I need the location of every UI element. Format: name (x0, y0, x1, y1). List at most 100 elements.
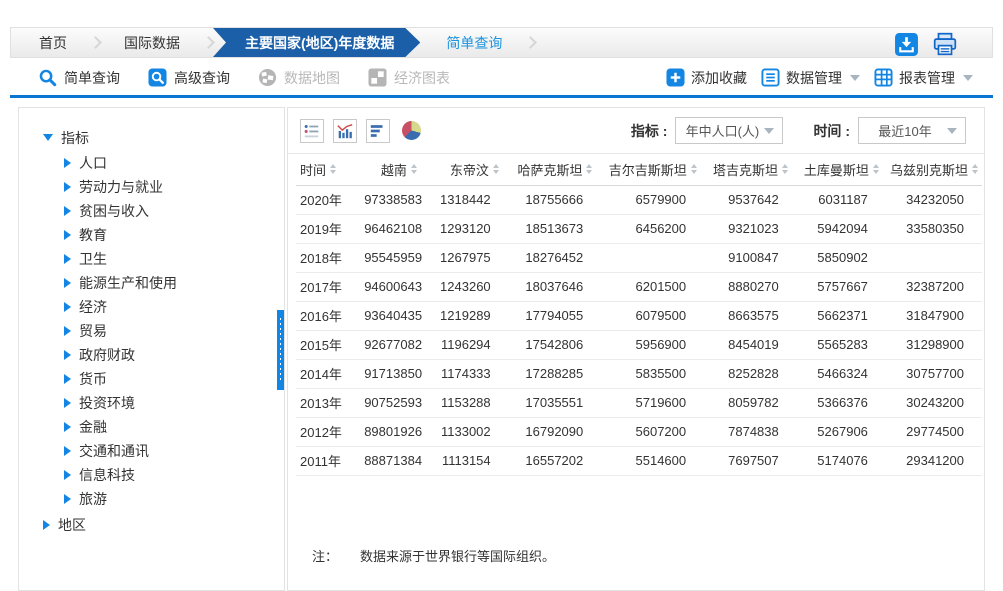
expand-arrow-icon (64, 158, 71, 168)
toolbar-add-favorite[interactable]: 添加收藏 (666, 68, 747, 88)
sidebar-item-14[interactable]: 旅游 (19, 487, 284, 511)
cell: 1113154 (440, 446, 509, 475)
tree-item-label: 劳动力与就业 (79, 177, 163, 197)
sidebar-item-3[interactable]: 教育 (19, 223, 284, 247)
row-year: 2014年 (296, 359, 358, 388)
indicator-select[interactable]: 年中人口(人) (675, 117, 783, 144)
cell: 88871384 (358, 446, 440, 475)
sidebar-item-9[interactable]: 货币 (19, 367, 284, 391)
toolbar-data-management[interactable]: 数据管理 (761, 68, 860, 88)
column-header-7[interactable]: 乌兹别克斯坦 (886, 154, 982, 185)
breadcrumb-simple-query[interactable]: 简单查询 (436, 28, 512, 57)
sidebar-item-13[interactable]: 信息科技 (19, 463, 284, 487)
hbar-view-icon[interactable] (366, 119, 390, 143)
table-row: 2014年91713850117433317288285583550082528… (296, 359, 982, 388)
cell: 93640435 (358, 301, 440, 330)
toolbar-item-label: 报表管理 (899, 68, 955, 88)
tree-item-label: 旅游 (79, 489, 107, 509)
column-header-1[interactable]: 越南 (358, 154, 440, 185)
sidebar-item-8[interactable]: 政府财政 (19, 343, 284, 367)
cell: 9100847 (704, 243, 797, 272)
column-header-6[interactable]: 土库曼斯坦 (797, 154, 886, 185)
note-label: 注： (312, 546, 338, 565)
toolbar-item-label: 数据地图 (284, 68, 340, 88)
cell: 1243260 (440, 272, 509, 301)
sort-icon (873, 164, 879, 174)
cell: 6456200 (601, 214, 704, 243)
column-label: 吉尔吉斯斯坦 (609, 160, 687, 179)
sort-icon (493, 164, 499, 174)
sidebar-item-4[interactable]: 卫生 (19, 247, 284, 271)
cell: 5366376 (797, 388, 886, 417)
expand-arrow-icon (64, 326, 71, 336)
cell: 5565283 (797, 330, 886, 359)
toolbar-advanced-query[interactable]: 高级查询 (148, 68, 230, 88)
cell: 30243200 (886, 388, 982, 417)
search-icon (38, 68, 57, 87)
time-select[interactable]: 最近10年 (858, 117, 966, 144)
cell: 6079500 (601, 301, 704, 330)
sidebar-item-11[interactable]: 金融 (19, 415, 284, 439)
row-year: 2012年 (296, 417, 358, 446)
column-header-2[interactable]: 东帝汶 (440, 154, 509, 185)
cell: 1318442 (440, 185, 509, 214)
breadcrumb-international-data[interactable]: 国际数据 (114, 28, 190, 57)
column-header-0[interactable]: 时间 (296, 154, 358, 185)
sidebar-root-indicators[interactable]: 指标 (19, 124, 284, 151)
pie-view-icon[interactable] (399, 119, 423, 143)
plus-icon (666, 68, 685, 87)
cell: 16557202 (509, 446, 602, 475)
breadcrumb-active-tab[interactable]: 主要国家(地区)年度数据 (213, 28, 420, 57)
chevron-separator-icon (89, 36, 102, 49)
toolbar-report-management[interactable]: 报表管理 (874, 68, 973, 88)
sidebar-root-region[interactable]: 地区 (19, 511, 284, 538)
toolbar-simple-query[interactable]: 简单查询 (38, 68, 120, 88)
sort-icon (691, 164, 697, 174)
sidebar-item-0[interactable]: 人口 (19, 151, 284, 175)
column-header-3[interactable]: 哈萨克斯坦 (509, 154, 602, 185)
tree-item-label: 投资环境 (79, 393, 135, 413)
sidebar-item-12[interactable]: 交通和通讯 (19, 439, 284, 463)
data-map-icon (258, 68, 277, 87)
toolbar-item-label: 简单查询 (64, 68, 120, 88)
cell (601, 243, 704, 272)
note-text: 数据来源于世界银行等国际组织。 (360, 546, 555, 565)
sidebar-item-1[interactable]: 劳动力与就业 (19, 175, 284, 199)
tree-item-label: 政府财政 (79, 345, 135, 365)
column-header-4[interactable]: 吉尔吉斯斯坦 (601, 154, 704, 185)
cell: 5835500 (601, 359, 704, 388)
bar-chart-view-icon[interactable] (333, 119, 357, 143)
print-icon (932, 31, 958, 57)
cell: 8252828 (704, 359, 797, 388)
sidebar-item-7[interactable]: 贸易 (19, 319, 284, 343)
sidebar-item-2[interactable]: 贫困与收入 (19, 199, 284, 223)
tree-item-label: 地区 (58, 515, 86, 535)
cell: 1267975 (440, 243, 509, 272)
table-row: 2018年95545959126797518276452910084758509… (296, 243, 982, 272)
cell (886, 243, 982, 272)
toolbar: 简单查询 高级查询 数据地图 经济图表 (10, 60, 993, 95)
print-button[interactable] (932, 31, 958, 57)
advanced-search-icon (148, 68, 167, 87)
cell: 5719600 (601, 388, 704, 417)
expand-arrow-icon (64, 398, 71, 408)
cell: 5662371 (797, 301, 886, 330)
column-label: 东帝汶 (450, 160, 489, 179)
row-year: 2016年 (296, 301, 358, 330)
table-note: 注： 数据来源于世界银行等国际组织。 (312, 546, 555, 565)
sidebar-item-10[interactable]: 投资环境 (19, 391, 284, 415)
cell: 17542806 (509, 330, 602, 359)
cell: 5514600 (601, 446, 704, 475)
sidebar-item-5[interactable]: 能源生产和使用 (19, 271, 284, 295)
breadcrumb-home[interactable]: 首页 (11, 28, 77, 57)
tree-item-label: 贫困与收入 (79, 201, 149, 221)
list-view-icon[interactable] (300, 119, 324, 143)
cell: 7874838 (704, 417, 797, 446)
sidebar-resize-handle[interactable] (277, 310, 284, 390)
column-header-5[interactable]: 塔吉克斯坦 (704, 154, 797, 185)
controls-bar: 指标 : 年中人口(人) 时间 : 最近10年 (288, 108, 984, 154)
toolbar-item-label: 添加收藏 (691, 68, 747, 88)
sidebar-item-6[interactable]: 经济 (19, 295, 284, 319)
download-button[interactable] (894, 32, 919, 57)
toolbar-item-label: 高级查询 (174, 68, 230, 88)
